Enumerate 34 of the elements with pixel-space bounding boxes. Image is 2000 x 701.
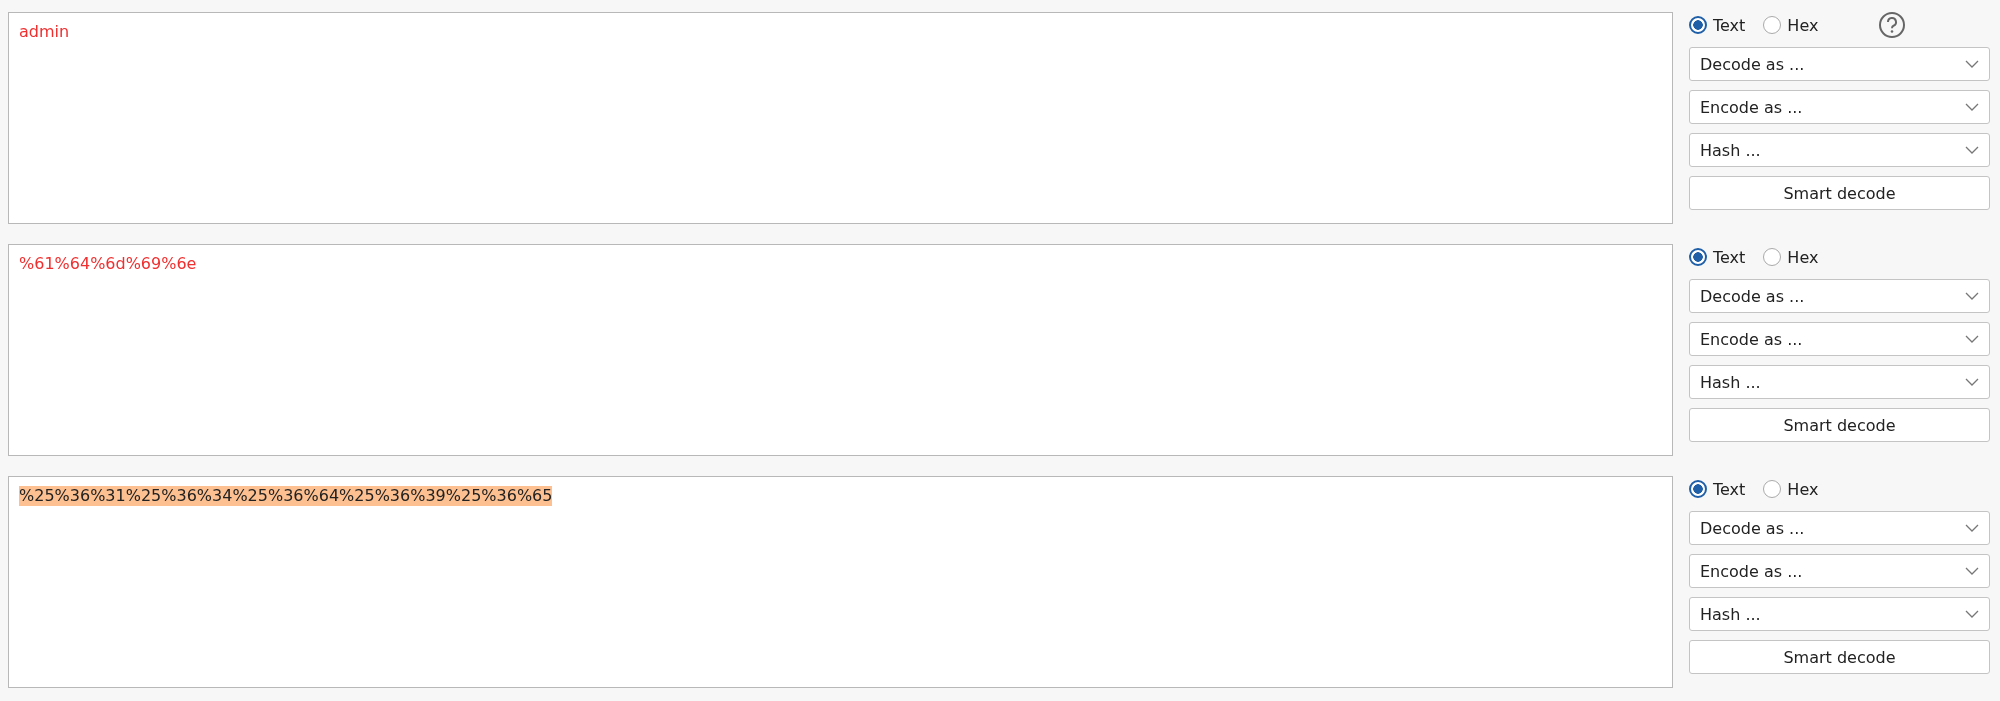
- dropdown[interactable]: Hash ...: [1689, 365, 1990, 399]
- format-radio[interactable]: Hex: [1763, 479, 1819, 499]
- text-editor[interactable]: %61%64%6d%69%6e: [8, 244, 1673, 456]
- dropdown[interactable]: Decode as ...: [1689, 279, 1990, 313]
- chevron-down-icon: [1965, 610, 1979, 618]
- text-editor[interactable]: %25%36%31%25%36%34%25%36%64%25%36%39%25%36%65: [8, 476, 1673, 688]
- chevron-down-icon: [1965, 335, 1979, 343]
- chevron-down-icon: [1965, 378, 1979, 386]
- dropdown[interactable]: Hash ...: [1689, 597, 1990, 631]
- chevron-down-icon: [1965, 60, 1979, 68]
- editor-text: %25%36%31%25%36%34%25%36%64%25%36%39%25%36%65: [19, 486, 553, 506]
- editor-text: admin: [19, 22, 70, 42]
- dropdown[interactable]: Decode as ...: [1689, 511, 1990, 545]
- dropdown[interactable]: Encode as ...: [1689, 322, 1990, 356]
- smart-decode-button[interactable]: Smart decode: [1689, 640, 1990, 674]
- chevron-down-icon: [1965, 567, 1979, 575]
- chevron-down-icon: [1965, 103, 1979, 111]
- smart-decode-button[interactable]: Smart decode: [1689, 176, 1990, 210]
- help-icon[interactable]: [1878, 11, 1907, 39]
- dropdown[interactable]: Hash ...: [1689, 133, 1990, 167]
- format-radio[interactable]: Text: [1689, 479, 1746, 499]
- chevron-down-icon: [1965, 524, 1979, 532]
- dropdown[interactable]: Decode as ...: [1689, 47, 1990, 81]
- dropdown[interactable]: Encode as ...: [1689, 90, 1990, 124]
- text-editor[interactable]: admin: [8, 12, 1673, 224]
- format-radio[interactable]: Hex: [1763, 247, 1819, 267]
- format-radio[interactable]: Hex: [1763, 15, 1819, 35]
- format-radio[interactable]: Text: [1689, 15, 1746, 35]
- smart-decode-button[interactable]: Smart decode: [1689, 408, 1990, 442]
- chevron-down-icon: [1965, 146, 1979, 154]
- editor-text: %61%64%6d%69%6e: [19, 254, 197, 274]
- format-radio[interactable]: Text: [1689, 247, 1746, 267]
- dropdown[interactable]: Encode as ...: [1689, 554, 1990, 588]
- chevron-down-icon: [1965, 292, 1979, 300]
